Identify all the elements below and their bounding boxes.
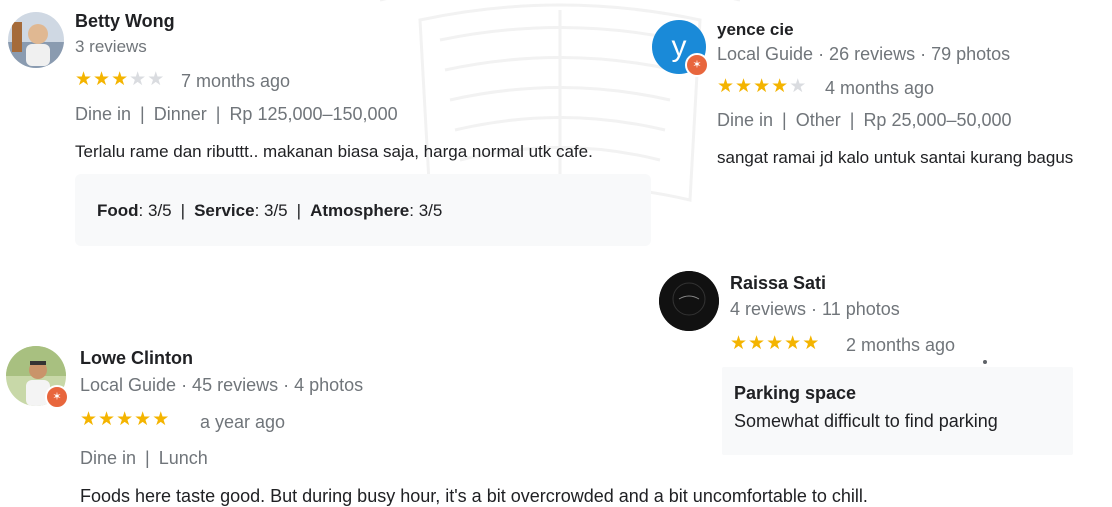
separator: | (180, 201, 186, 220)
star-rating: ★★★★★ (717, 75, 807, 98)
food-value: : 3/5 (138, 201, 172, 220)
reviewer-name[interactable]: Lowe Clinton (80, 348, 193, 369)
star-filled-icon: ★ (134, 409, 153, 430)
star-filled-icon: ★ (784, 333, 803, 354)
parking-text: Somewhat difficult to find parking (734, 411, 998, 431)
detail-service-type: Dine in (80, 448, 137, 468)
service-value: : 3/5 (254, 201, 288, 220)
avatar-photo (8, 12, 64, 68)
local-guide-badge-icon: ✶ (685, 53, 709, 77)
star-filled-icon: ★ (116, 409, 135, 430)
more-options-dot[interactable] (983, 360, 987, 364)
review-date: 4 months ago (825, 78, 935, 98)
star-empty-icon: ★ (789, 76, 808, 97)
reviewer-avatar[interactable]: ✶ (6, 346, 69, 409)
review-date: a year ago (200, 412, 286, 432)
reviewer-meta[interactable]: 3 reviews (75, 37, 147, 57)
star-filled-icon: ★ (748, 333, 767, 354)
star-filled-icon: ★ (802, 333, 821, 354)
star-empty-icon: ★ (129, 69, 148, 90)
star-rating: ★★★★★ (80, 408, 170, 431)
atmosphere-label: Atmosphere (310, 201, 410, 220)
star-filled-icon: ★ (152, 409, 171, 430)
visit-details: Dine in | Lunch (80, 448, 208, 469)
reviewer-avatar[interactable] (8, 12, 64, 68)
review-text: Terlalu rame dan ributtt.. makanan biasa… (75, 142, 593, 161)
star-filled-icon: ★ (766, 333, 785, 354)
reviewer-meta[interactable]: 4 reviews · 11 photos (730, 299, 900, 320)
detail-meal-type: Other (795, 110, 841, 130)
star-rating: ★★★★★ (75, 68, 165, 91)
review-date: 2 months ago (846, 335, 956, 355)
star-filled-icon: ★ (735, 76, 754, 97)
separator: | (782, 110, 787, 130)
separator: | (849, 110, 855, 130)
star-filled-icon: ★ (75, 69, 94, 90)
star-filled-icon: ★ (111, 69, 130, 90)
review-date: 7 months ago (181, 71, 291, 91)
reviewer-avatar[interactable] (659, 271, 719, 331)
star-filled-icon: ★ (80, 409, 99, 430)
parking-title: Parking space (734, 383, 857, 403)
separator: | (215, 104, 221, 124)
separator: | (140, 104, 145, 124)
atmosphere-value: : 3/5 (409, 201, 443, 220)
detail-service-type: Dine in (717, 110, 774, 130)
visit-details: Dine in | Dinner | Rp 125,000–150,000 (75, 104, 398, 125)
detail-price-per-person: Rp 25,000–50,000 (863, 110, 1012, 130)
service-label: Service (194, 201, 255, 220)
star-filled-icon: ★ (730, 333, 749, 354)
star-filled-icon: ★ (717, 76, 736, 97)
reviewer-name[interactable]: Betty Wong (75, 11, 175, 32)
star-filled-icon: ★ (753, 76, 772, 97)
reviewer-name[interactable]: Raissa Sati (730, 273, 826, 294)
detail-service-type: Dine in (75, 104, 132, 124)
separator: | (296, 201, 302, 220)
detail-meal-type: Lunch (158, 448, 208, 468)
food-label: Food (97, 201, 139, 220)
local-guide-badge-icon: ✶ (45, 385, 69, 409)
reviewer-name[interactable]: yence cie (717, 20, 794, 40)
reviewer-meta[interactable]: Local Guide · 45 reviews · 4 photos (80, 375, 363, 396)
star-filled-icon: ★ (98, 409, 117, 430)
star-filled-icon: ★ (771, 76, 790, 97)
detail-meal-type: Dinner (153, 104, 207, 124)
sub-ratings: Food: 3/5 | Service: 3/5 | Atmosphere: 3/5 (97, 201, 442, 221)
star-filled-icon: ★ (93, 69, 112, 90)
star-empty-icon: ★ (147, 69, 166, 90)
separator: | (145, 448, 150, 468)
detail-price-per-person: Rp 125,000–150,000 (229, 104, 398, 124)
avatar-photo (659, 271, 719, 331)
visit-details: Dine in | Other | Rp 25,000–50,000 (717, 110, 1012, 131)
review-text: sangat ramai jd kalo untuk santai kurang… (717, 148, 1074, 167)
reviewer-meta[interactable]: Local Guide · 26 reviews · 79 photos (717, 44, 1010, 65)
reviewer-avatar[interactable]: y ✶ (652, 20, 709, 77)
review-text: Foods here taste good. But during busy h… (80, 486, 868, 506)
star-rating: ★★★★★ (730, 332, 820, 355)
